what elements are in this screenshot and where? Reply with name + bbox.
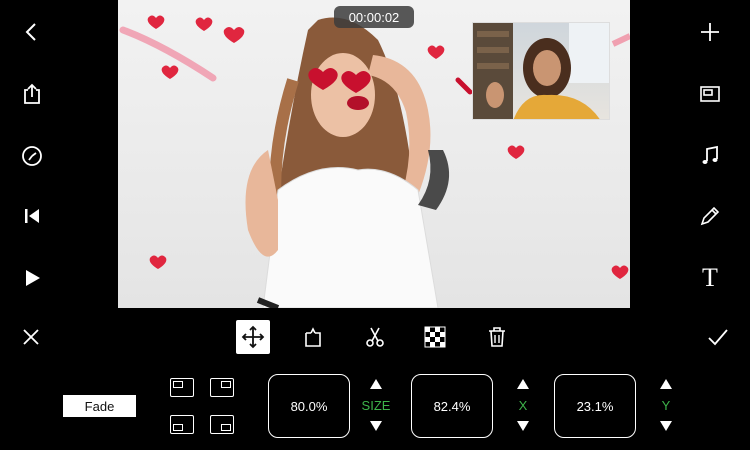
x-value-box[interactable]: 82.4% — [411, 374, 493, 438]
close-icon — [23, 329, 39, 345]
position-marker — [221, 381, 231, 388]
move-tool-button[interactable] — [236, 320, 270, 354]
size-increase-button[interactable] — [370, 379, 382, 389]
back-button[interactable] — [14, 14, 50, 50]
timer-button[interactable] — [14, 138, 50, 174]
play-button[interactable] — [14, 260, 50, 296]
music-button[interactable] — [692, 138, 728, 174]
size-decrease-button[interactable] — [370, 421, 382, 431]
transparency-tool-button[interactable] — [418, 320, 452, 354]
pencil-icon — [700, 206, 720, 226]
left-sidebar — [0, 0, 118, 308]
confirm-button[interactable] — [701, 320, 735, 354]
check-icon — [708, 329, 728, 346]
position-top-right-button[interactable] — [210, 378, 234, 397]
rotate-icon — [305, 327, 321, 347]
y-value-box[interactable]: 23.1% — [554, 374, 636, 438]
x-decrease-button[interactable] — [517, 421, 529, 431]
music-icon — [702, 145, 718, 164]
position-top-left-button[interactable] — [170, 378, 194, 397]
delete-button[interactable] — [480, 320, 514, 354]
cut-tool-button[interactable] — [358, 320, 392, 354]
draw-button[interactable] — [692, 198, 728, 234]
rotate-tool-button[interactable] — [296, 320, 330, 354]
position-marker — [221, 424, 231, 431]
size-label: SIZE — [361, 398, 391, 413]
x-increase-button[interactable] — [517, 379, 529, 389]
share-button[interactable] — [14, 76, 50, 112]
overlay-icon — [700, 86, 720, 102]
cut-icon — [366, 327, 384, 347]
overlay-photo — [473, 23, 609, 119]
position-marker — [173, 424, 183, 431]
chevron-left-icon — [25, 23, 36, 41]
playback-timer: 00:00:02 — [334, 6, 414, 28]
right-sidebar: T — [630, 0, 750, 308]
x-label: X — [518, 398, 528, 413]
overlay-controls: Fade 80.0% SIZE 82.4% X 23.1% Y — [0, 364, 750, 450]
text-button[interactable]: T — [692, 260, 728, 296]
y-label: Y — [661, 398, 671, 413]
play-icon — [26, 270, 40, 286]
share-icon — [24, 83, 40, 104]
position-marker — [173, 381, 183, 388]
plus-icon — [701, 23, 719, 41]
position-bottom-right-button[interactable] — [210, 415, 234, 434]
size-value-box[interactable]: 80.0% — [268, 374, 350, 438]
skip-back-button[interactable] — [14, 198, 50, 234]
move-icon — [241, 325, 265, 349]
trash-icon — [489, 327, 505, 347]
edit-toolbar — [0, 308, 750, 364]
skip-back-icon — [25, 209, 39, 223]
video-preview[interactable]: 00:00:02 — [118, 0, 630, 308]
add-button[interactable] — [692, 14, 728, 50]
close-button[interactable] — [14, 320, 48, 354]
picture-in-picture-overlay[interactable] — [472, 22, 610, 120]
text-icon: T — [702, 263, 718, 292]
y-increase-button[interactable] — [660, 379, 672, 389]
clock-icon — [22, 146, 42, 166]
fade-button[interactable]: Fade — [63, 395, 136, 417]
checker-icon — [424, 326, 446, 348]
position-bottom-left-button[interactable] — [170, 415, 194, 434]
overlay-button[interactable] — [692, 76, 728, 112]
y-decrease-button[interactable] — [660, 421, 672, 431]
